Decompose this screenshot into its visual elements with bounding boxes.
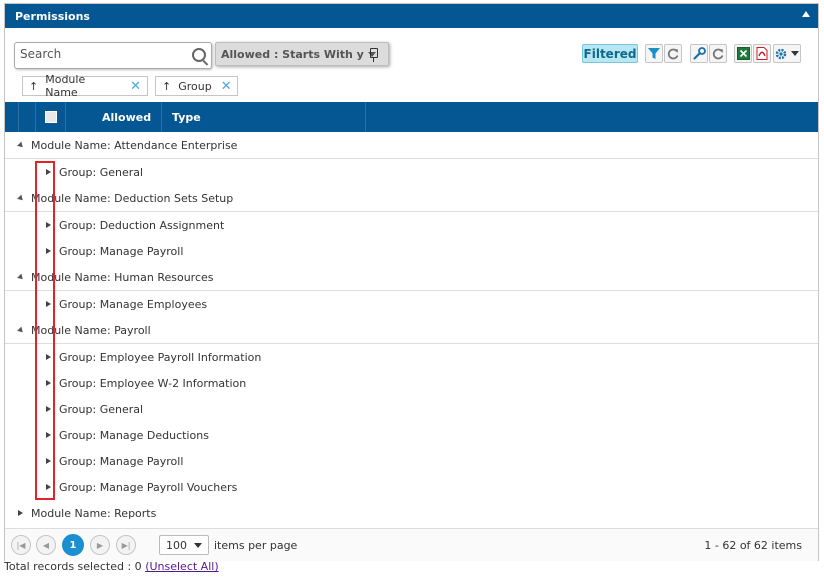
group-row-label: Group: Manage Payroll [59,454,184,468]
sort-chip-label: Group [178,79,212,93]
page-size-select[interactable]: 100 [159,535,209,555]
export-pdf-button[interactable] [753,44,771,63]
group-row-group[interactable]: Group: General [5,159,818,185]
grid-settings-button[interactable] [773,44,801,63]
column-header-label: Allowed [102,110,152,124]
refresh-button[interactable] [709,44,727,63]
group-row-module[interactable]: Module Name: Human Resources [5,264,818,291]
column-header-allowed[interactable]: Allowed [66,102,162,132]
chevron-down-icon[interactable] [194,543,202,548]
pin-icon[interactable] [370,48,378,62]
header-spacer [5,102,19,132]
next-page-button[interactable]: ▶ [90,535,110,555]
group-row-group[interactable]: Group: Manage Payroll Vouchers [5,474,818,500]
group-row-label: Group: General [59,165,144,179]
filter-chip-label: Allowed : Starts With y [221,47,364,61]
collapse-up-icon[interactable] [802,11,810,17]
refresh-icon [712,48,724,59]
chevron-down-icon [791,51,799,56]
column-header-type[interactable]: Type [162,102,366,132]
grid-header: Allowed Type [5,102,818,132]
highlight-annotation-box [35,161,55,500]
group-row-group[interactable]: Group: Employee W-2 Information [5,370,818,396]
export-excel-button[interactable] [734,44,752,63]
wrench-icon [692,47,706,60]
previous-page-button[interactable]: ◀ [36,535,56,555]
total-selected-text: Total records selected : 0 [4,560,142,573]
pager: |◀ ◀ 1 ▶ ▶| 100 items per page 1 - 62 of… [5,528,818,561]
current-page-number: 1 [69,539,77,551]
group-row-label: Group: Employee W-2 Information [59,376,247,390]
filter-button[interactable] [645,44,663,63]
group-row-module[interactable]: Module Name: Attendance Enterprise [5,132,818,159]
group-row-label: Group: General [59,402,144,416]
select-all-cell[interactable] [36,102,66,132]
filtered-badge[interactable]: Filtered [582,44,638,63]
search-box[interactable] [14,42,212,69]
group-row-group[interactable]: Group: Deduction Assignment [5,212,818,238]
filter-icon [648,47,660,59]
group-row-group[interactable]: Group: Manage Deductions [5,422,818,448]
sort-ascending-icon: ↑ [162,79,172,93]
excel-icon [736,47,750,60]
pager-info: 1 - 62 of 62 items [704,539,802,552]
last-page-button[interactable]: ▶| [116,535,136,555]
settings-wrench-button[interactable] [690,44,708,63]
collapse-arrow-icon[interactable] [17,273,25,282]
header-spacer [19,102,36,132]
search-icon[interactable] [192,48,206,62]
group-row-label: Module Name: Deduction Sets Setup [31,191,234,205]
group-row-module[interactable]: Module Name: Payroll [5,317,818,344]
next-page-icon: ▶ [96,540,104,550]
select-all-checkbox[interactable] [44,111,57,123]
group-row-group[interactable]: Group: Employee Payroll Information [5,344,818,370]
items-per-page-label: items per page [214,539,298,552]
group-row-module[interactable]: Module Name: Reports [5,500,818,526]
group-row-label: Group: Employee Payroll Information [59,350,262,364]
current-page-button[interactable]: 1 [62,534,84,556]
group-row-label: Group: Manage Employees [59,297,208,311]
gear-icon [775,48,787,59]
first-page-icon: |◀ [16,540,26,550]
remove-sort-icon[interactable]: ✕ [130,79,141,94]
last-page-icon: ▶| [121,540,131,550]
sort-chip-module-name[interactable]: ↑ Module Name ✕ [22,73,148,99]
group-row-group[interactable]: Group: General [5,396,818,422]
filter-chip[interactable]: Allowed : Starts With y [215,42,389,66]
group-row-label: Group: Manage Payroll [59,244,184,258]
remove-sort-icon[interactable]: ✕ [221,79,232,94]
collapse-arrow-icon[interactable] [17,141,25,150]
group-row-label: Module Name: Reports [31,506,157,520]
group-row-label: Module Name: Attendance Enterprise [31,138,238,152]
collapse-arrow-icon[interactable] [17,194,25,203]
refresh-filter-button[interactable] [664,44,682,63]
first-page-button[interactable]: |◀ [11,535,31,555]
sort-ascending-icon: ↑ [29,79,39,93]
group-row-label: Group: Deduction Assignment [59,218,225,232]
refresh-icon [667,48,679,59]
sort-chip-group[interactable]: ↑ Group ✕ [155,76,238,96]
page-size-value: 100 [166,538,187,552]
permissions-panel: Permissions Allowed : Starts With y Filt… [4,3,819,561]
footer-status: Total records selected : 0 (Unselect All… [4,560,219,573]
group-row-group[interactable]: Group: Manage Payroll [5,448,818,474]
filtered-label: Filtered [583,46,637,61]
sort-chip-label: Module Name [45,73,86,99]
collapse-arrow-icon[interactable] [17,326,25,335]
grid-toolbar: Allowed : Starts With y Filtered [5,28,818,99]
group-row-label: Group: Manage Deductions [59,428,209,442]
expand-arrow-icon[interactable] [18,510,23,516]
panel-title: Permissions [15,9,90,23]
previous-page-icon: ◀ [42,540,50,550]
panel-header[interactable]: Permissions [5,4,818,28]
search-input[interactable] [20,47,180,61]
column-header-label: Type [172,110,201,124]
group-row-module[interactable]: Module Name: Deduction Sets Setup [5,185,818,212]
unselect-all-link[interactable]: (Unselect All) [145,560,218,573]
group-row-label: Module Name: Human Resources [31,270,214,284]
group-row-group[interactable]: Group: Manage Payroll [5,238,818,264]
group-row-label: Group: Manage Payroll Vouchers [59,480,238,494]
group-row-group[interactable]: Group: Manage Employees [5,291,818,317]
pdf-icon [756,47,768,60]
